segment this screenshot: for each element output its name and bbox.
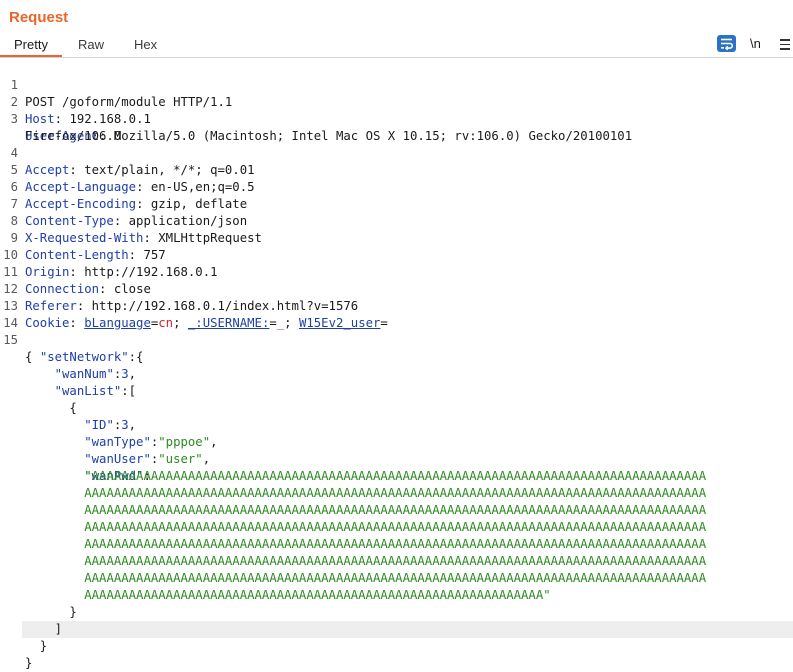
json-number: 3	[121, 418, 129, 432]
menu-icon[interactable]	[779, 37, 791, 51]
header-value: text/plain, */*; q=0.01	[84, 163, 255, 177]
header-name: Accept	[25, 163, 70, 177]
json-key: "wanNum"	[54, 367, 114, 381]
json-line: "wanList":[	[54, 384, 137, 398]
code-line: 2 Host: 192.168.0.1	[0, 77, 151, 126]
tabs-divider	[0, 57, 793, 58]
code-line: 7 Content-Type: application/json	[0, 179, 248, 228]
header-value: application/json	[128, 214, 248, 228]
view-tabs: Pretty Raw Hex	[0, 34, 793, 58]
current-line-highlight	[22, 621, 793, 638]
code-line: 6 Accept-Encoding: gzip, deflate	[0, 162, 248, 211]
word-wrap-icon	[721, 38, 734, 51]
tab-hex[interactable]: Hex	[134, 37, 157, 52]
json-line: "setNetwork":{	[39, 350, 144, 364]
json-line: "wanUser":"user",	[84, 452, 211, 466]
header-name: Origin	[25, 265, 70, 279]
code-line: 4 Accept: text/plain, */*; q=0.01	[0, 128, 255, 177]
tab-pretty[interactable]: Pretty	[14, 37, 48, 52]
header-name: Accept-Language	[25, 180, 137, 194]
json-string: AAAAAAAAAAAAAAAAAAAAAAAAAAAAAAAAAAAAAAAA…	[84, 520, 707, 534]
header-name: Content-Length	[25, 248, 129, 262]
json-string: AAAAAAAAAAAAAAAAAAAAAAAAAAAAAAAAAAAAAAAA…	[84, 503, 707, 517]
request-line: POST /goform/module HTTP/1.1	[25, 95, 233, 109]
header-value: close	[113, 282, 151, 296]
json-string: "AAAAAAAAAAAAAAAAAAAAAAAAAAAAAAAAAAAAAAA…	[84, 469, 707, 483]
header-name: Cookie	[25, 316, 70, 330]
show-newlines-toggle[interactable]: \n	[750, 36, 761, 51]
code-line: 3 User-Agent: Mozilla/5.0 (Macintosh; In…	[0, 94, 633, 143]
cookie-name: bLanguage	[84, 316, 151, 330]
json-key: "wanUser"	[84, 452, 151, 466]
header-value: gzip, deflate	[150, 197, 248, 211]
code-line: 9 Content-Length: 757	[0, 213, 166, 262]
header-value: Mozilla/5.0 (Macintosh; Intel Mac OS X 1…	[113, 129, 633, 143]
code-line: 14	[0, 298, 30, 330]
header-value: 757	[143, 248, 166, 262]
json-key: "wanList"	[54, 384, 122, 398]
header-value-cont: Firefox/106.0	[25, 129, 122, 143]
header-value: en-US,en;q=0.5	[150, 180, 255, 194]
json-string: "user"	[158, 452, 203, 466]
cookie-name: W15Ev2_user	[298, 316, 381, 330]
json-line: "wanPwd":	[84, 469, 151, 483]
code-line-wrapped: Firefox/106.0	[0, 111, 121, 143]
json-number: 3	[121, 367, 129, 381]
header-name: Referer	[25, 299, 77, 313]
json-line: {	[25, 401, 77, 415]
word-wrap-toggle[interactable]	[717, 35, 736, 52]
header-value: http://192.168.0.1/index.html?v=1576	[91, 299, 359, 313]
code-line: 8 X-Requested-With: XMLHttpRequest	[0, 196, 262, 245]
json-key: "setNetwork"	[39, 350, 129, 364]
header-value: http://192.168.0.1	[84, 265, 218, 279]
json-line: "wanNum":3,	[54, 367, 137, 381]
json-string: AAAAAAAAAAAAAAAAAAAAAAAAAAAAAAAAAAAAAAAA…	[84, 554, 707, 568]
json-string: AAAAAAAAAAAAAAAAAAAAAAAAAAAAAAAAAAAAAAAA…	[84, 588, 551, 602]
header-value: XMLHttpRequest	[158, 231, 262, 245]
cookie-name: _:USERNAME:	[187, 316, 270, 330]
json-key: "ID"	[84, 418, 114, 432]
json-key: "wanType"	[84, 435, 151, 449]
header-name: Connection	[25, 282, 100, 296]
header-name: Accept-Encoding	[25, 197, 137, 211]
request-editor[interactable]: 1 POST /goform/module HTTP/1.1 2 Host: 1…	[0, 60, 793, 672]
json-string: AAAAAAAAAAAAAAAAAAAAAAAAAAAAAAAAAAAAAAAA…	[84, 537, 707, 551]
code-line: 13 Cookie: bLanguage=cn; _:USERNAME:=_; …	[0, 281, 388, 330]
code-line: 5 Accept-Language: en-US,en;q=0.5	[0, 145, 255, 194]
code-line: 15 {	[0, 315, 32, 364]
header-name: X-Requested-With	[25, 231, 144, 245]
code-line: 1 POST /goform/module HTTP/1.1	[0, 60, 233, 109]
code-line: 12 Referer: http://192.168.0.1/index.htm…	[0, 264, 358, 313]
json-string: AAAAAAAAAAAAAAAAAAAAAAAAAAAAAAAAAAAAAAAA…	[84, 571, 707, 585]
panel-title: Request	[9, 9, 69, 26]
tab-raw[interactable]: Raw	[78, 37, 104, 52]
json-string: AAAAAAAAAAAAAAAAAAAAAAAAAAAAAAAAAAAAAAAA…	[84, 486, 707, 500]
code-line: 10 Origin: http://192.168.0.1	[0, 230, 217, 279]
json-line: "ID":3,	[84, 418, 137, 432]
code-line: 11 Connection: close	[0, 247, 151, 296]
header-name: Content-Type	[25, 214, 114, 228]
cookie-value: cn	[158, 316, 174, 330]
json-string: "pppoe"	[158, 435, 211, 449]
json-line: "wanType":"pppoe",	[84, 435, 218, 449]
header-value: 192.168.0.1	[69, 112, 151, 126]
